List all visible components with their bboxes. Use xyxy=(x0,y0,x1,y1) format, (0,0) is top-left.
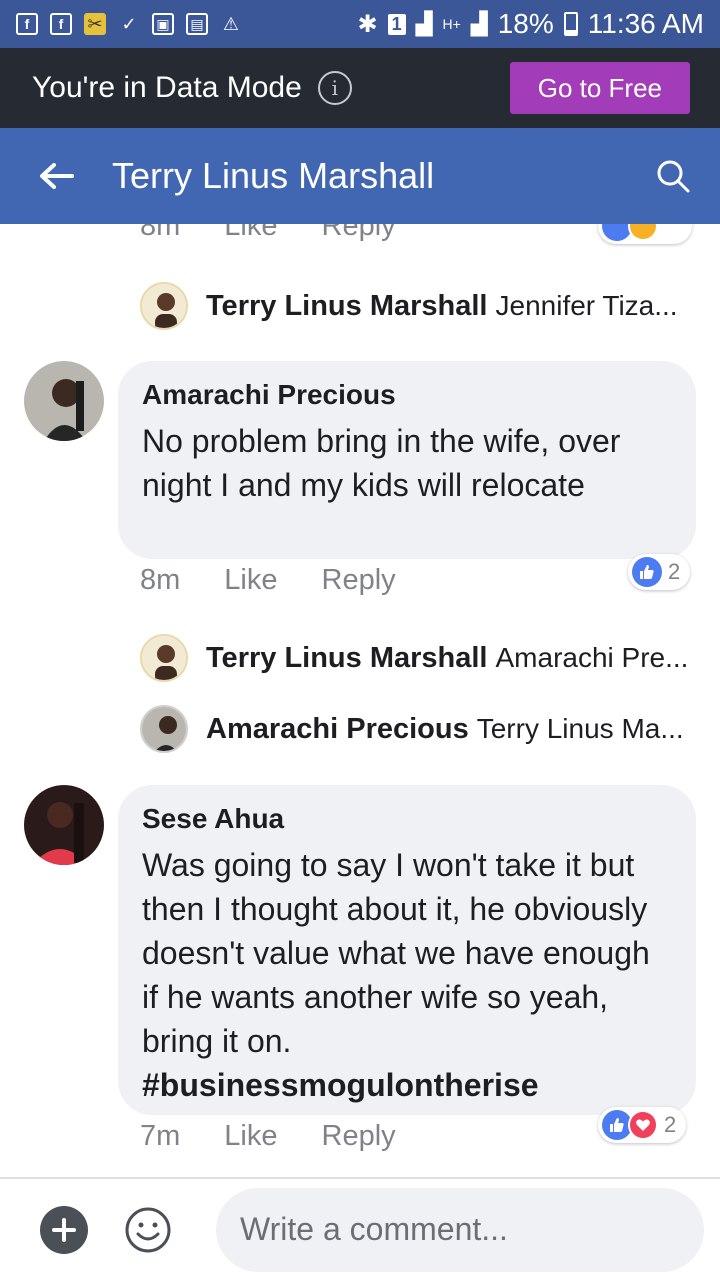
comment-time: 7m xyxy=(140,1120,181,1152)
comment-author[interactable]: Amarachi Precious xyxy=(142,379,672,411)
comment-bubble[interactable]: Sese Ahua Was going to say I won't take … xyxy=(118,785,696,1115)
comment-body-text: Was going to say I won't take it but the… xyxy=(142,847,650,1059)
signal-icon: ▟ xyxy=(415,11,433,36)
image-icon: ▣ xyxy=(152,13,174,35)
lock-app-icon: ▤ xyxy=(186,13,208,35)
reply-link[interactable]: Reply xyxy=(322,224,396,243)
sim-slot-icon: 1 xyxy=(387,13,406,35)
comment-text: Was going to say I won't take it but the… xyxy=(142,843,672,1107)
reply-author[interactable]: Terry Linus Marshall xyxy=(206,642,488,675)
search-icon[interactable] xyxy=(656,159,690,193)
battery-percent: 18% xyxy=(497,8,554,39)
bluetooth-icon: ✱ xyxy=(357,10,378,38)
reaction-summary[interactable]: 2 xyxy=(598,1107,687,1143)
like-link[interactable]: Like xyxy=(224,224,277,243)
info-icon[interactable]: i xyxy=(317,71,352,105)
page-title: Terry Linus Marshall xyxy=(112,155,435,196)
add-icon[interactable] xyxy=(40,1205,88,1254)
reply-snippet: Terry Linus Ma... xyxy=(476,713,684,744)
clock-time: 11:36 AM xyxy=(587,8,704,39)
comment-time: 8m xyxy=(140,224,181,242)
comment-meta: 7m Like Reply xyxy=(140,1120,440,1153)
avatar[interactable] xyxy=(24,361,104,441)
reply-author[interactable]: Terry Linus Marshall xyxy=(206,290,488,323)
like-reaction-icon xyxy=(632,557,662,587)
facebook-icon: f xyxy=(50,13,72,35)
reply-link[interactable]: Reply xyxy=(322,564,396,597)
network-type: H+ xyxy=(442,16,461,32)
comments-feed[interactable]: 8m Like Reply Terry Linus Marshall Jenni… xyxy=(0,224,720,1177)
comment-meta: 8m Like Reply xyxy=(140,224,440,243)
emoji-icon[interactable] xyxy=(124,1206,172,1254)
comment-text: No problem bring in the wife, over night… xyxy=(142,423,621,503)
like-link[interactable]: Like xyxy=(224,1120,277,1153)
love-reaction-icon xyxy=(628,1110,658,1140)
reply-snippet: Jennifer Tiza... xyxy=(495,290,678,321)
haha-reaction-icon xyxy=(628,224,658,241)
reaction-count: 2 xyxy=(664,1112,677,1137)
scissors-icon: ✂ xyxy=(84,13,106,35)
data-mode-text: You're in Data Mode xyxy=(32,71,302,104)
signal-icon: ▟ xyxy=(470,11,488,36)
comment-meta: 8m Like Reply xyxy=(140,564,440,597)
comment-author[interactable]: Sese Ahua xyxy=(142,803,672,835)
reaction-summary[interactable] xyxy=(598,224,692,244)
back-arrow-icon[interactable] xyxy=(38,161,74,191)
system-icons: ✱ 1 ▟ H+ ▟ 18% 11:36 AM xyxy=(357,8,704,40)
reply-author[interactable]: Amarachi Precious xyxy=(206,713,469,746)
reaction-count: 2 xyxy=(668,559,681,584)
reply-link[interactable]: Reply xyxy=(322,1120,396,1153)
like-link[interactable]: Like xyxy=(224,564,277,597)
check-mail-icon: ✓ xyxy=(121,13,137,34)
comment-bubble[interactable]: Amarachi Precious No problem bring in th… xyxy=(118,361,696,559)
notification-icons: f f ✂ ✓ ▣ ▤ ⚠ xyxy=(16,13,242,35)
warning-icon: ⚠ xyxy=(222,13,240,34)
avatar[interactable] xyxy=(140,282,188,330)
avatar[interactable] xyxy=(24,785,104,865)
avatar[interactable] xyxy=(140,705,188,753)
reply-preview[interactable]: Amarachi Precious Terry Linus Ma... xyxy=(140,705,684,753)
reply-preview[interactable]: Terry Linus Marshall Jennifer Tiza... xyxy=(140,282,678,330)
comment-composer xyxy=(0,1177,720,1280)
status-bar: f f ✂ ✓ ▣ ▤ ⚠ ✱ 1 ▟ H+ ▟ 18% 11:36 AM xyxy=(0,0,720,48)
reaction-summary[interactable]: 2 xyxy=(628,554,691,590)
comment-input[interactable] xyxy=(216,1187,704,1272)
data-mode-banner: You're in Data Mode i Go to Free xyxy=(0,48,720,128)
comment-time: 8m xyxy=(140,564,181,596)
hashtag-link[interactable]: #businessmogulontherise xyxy=(142,1067,539,1103)
reply-preview[interactable]: Terry Linus Marshall Amarachi Pre... xyxy=(140,634,688,682)
avatar[interactable] xyxy=(140,634,188,682)
battery-icon xyxy=(563,12,578,36)
go-to-free-button[interactable]: Go to Free xyxy=(509,62,690,114)
facebook-icon: f xyxy=(16,13,38,35)
app-header: Terry Linus Marshall xyxy=(0,128,720,224)
reply-snippet: Amarachi Pre... xyxy=(495,642,689,673)
